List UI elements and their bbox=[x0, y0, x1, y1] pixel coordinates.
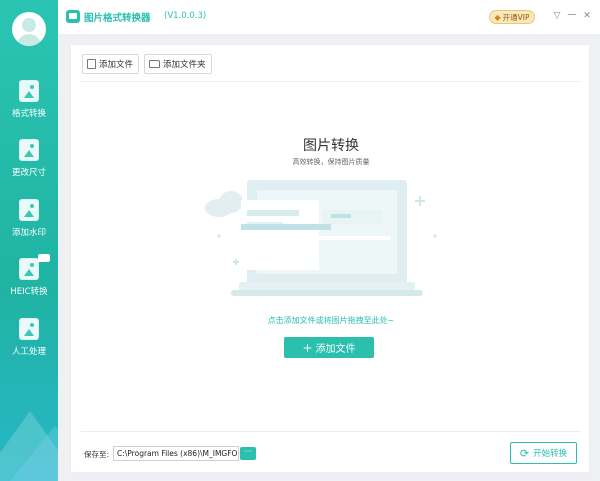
add-file-main-label: 添加文件 bbox=[315, 344, 356, 355]
sidebar-item-watermark[interactable]: 添加水印 bbox=[0, 199, 58, 249]
watermark-icon bbox=[19, 199, 39, 221]
browse-folder-button[interactable]: ··· bbox=[240, 447, 256, 460]
app-logo-icon bbox=[66, 10, 80, 23]
drop-zone-title: 图片转换 bbox=[303, 138, 359, 154]
sidebar-item-label: HEIC转换 bbox=[10, 287, 48, 297]
heic-convert-icon bbox=[19, 258, 39, 280]
sidebar-item-resize[interactable]: 更改尺寸 bbox=[0, 139, 58, 189]
vip-label: 开通VIP bbox=[502, 12, 530, 22]
sidebar-item-heic-convert[interactable]: HEIC转换 bbox=[0, 254, 58, 308]
cloud-icon bbox=[205, 191, 243, 217]
avatar-head-shape bbox=[22, 18, 36, 32]
avatar-body-shape bbox=[17, 34, 41, 46]
plus-icon: + bbox=[302, 340, 313, 355]
sidebar-item-label: 格式转换 bbox=[11, 109, 46, 119]
add-file-button[interactable]: 添加文件 bbox=[82, 54, 140, 74]
add-file-label: 添加文件 bbox=[99, 60, 134, 70]
add-file-main-button[interactable]: + 添加文件 bbox=[284, 337, 374, 358]
app-version: (V1.0.0.3) bbox=[164, 11, 207, 21]
drop-zone-subtitle: 高效转换，保持图片质量 bbox=[292, 158, 370, 166]
manual-process-icon bbox=[19, 318, 39, 340]
add-folder-label: 添加文件夹 bbox=[163, 60, 206, 70]
file-add-icon bbox=[87, 59, 96, 69]
save-to-label: 保存至: bbox=[84, 450, 110, 459]
minimize-icon[interactable]: 一 bbox=[565, 9, 579, 23]
app-title: 图片格式转换器 bbox=[84, 13, 151, 24]
laptop-illustration[interactable] bbox=[201, 170, 461, 310]
diamond-icon: ◆ bbox=[494, 12, 501, 22]
main-panel: 添加文件 添加文件夹 图片转换 高效转换，保持图片质量 点击添加文件或将图片拖拽… bbox=[70, 44, 590, 473]
sidebar-item-label: 添加水印 bbox=[11, 228, 46, 238]
laptop-screen bbox=[241, 180, 407, 284]
resize-icon bbox=[19, 139, 39, 161]
menu-icon[interactable]: ▽ bbox=[550, 9, 564, 23]
footer-divider bbox=[81, 431, 581, 432]
title-bar: 图片格式转换器 (V1.0.0.3) ◆ 开通VIP ▽ 一 ✕ bbox=[58, 0, 600, 34]
sidebar-item-format-convert[interactable]: 格式转换 bbox=[0, 80, 58, 130]
sidebar-item-label: 更改尺寸 bbox=[11, 168, 46, 178]
sidebar-decoration bbox=[10, 426, 58, 481]
refresh-icon: ⟳ bbox=[519, 446, 530, 460]
avatar[interactable] bbox=[12, 12, 46, 46]
sidebar-item-label: 人工处理 bbox=[11, 347, 46, 357]
sidebar: 格式转换 更改尺寸 添加水印 HEIC转换 人工处理 bbox=[0, 0, 58, 481]
sidebar-item-manual-process[interactable]: 人工处理 bbox=[0, 318, 58, 368]
save-path-input[interactable]: C:\Program Files (x86)\M_IMGFORMAT bbox=[113, 446, 239, 461]
laptop-base bbox=[231, 282, 423, 300]
new-badge bbox=[38, 254, 50, 262]
open-vip-button[interactable]: ◆ 开通VIP bbox=[489, 10, 535, 24]
start-convert-label: 开始转换 bbox=[533, 449, 568, 459]
drop-hint-link[interactable]: 点击添加文件或将图片拖拽至此处~ bbox=[71, 315, 591, 326]
close-icon[interactable]: ✕ bbox=[580, 9, 594, 23]
start-convert-button[interactable]: ⟳ 开始转换 bbox=[510, 442, 577, 464]
toolbar-divider bbox=[81, 81, 581, 82]
add-folder-button[interactable]: 添加文件夹 bbox=[144, 54, 212, 74]
format-convert-icon bbox=[19, 80, 39, 102]
folder-add-icon bbox=[149, 60, 160, 68]
